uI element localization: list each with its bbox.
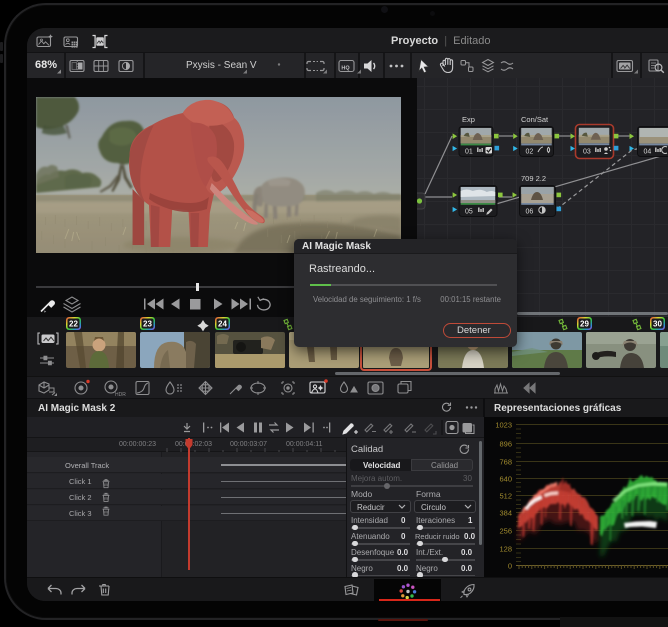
svg-text:06: 06 — [526, 209, 534, 216]
svg-text:Con/Sat: Con/Sat — [521, 115, 549, 124]
svg-text:29: 29 — [580, 320, 589, 329]
svg-text:02: 02 — [526, 149, 534, 156]
svg-text:23: 23 — [143, 320, 152, 329]
svg-text:22: 22 — [69, 320, 78, 329]
svg-text:24: 24 — [218, 320, 227, 329]
svg-text:0: 0 — [508, 562, 512, 571]
svg-text:512: 512 — [499, 492, 512, 501]
svg-text:30: 30 — [653, 320, 662, 329]
svg-text:128: 128 — [499, 545, 512, 554]
svg-text:384: 384 — [499, 509, 512, 518]
svg-text:640: 640 — [499, 475, 512, 484]
svg-text:03: 03 — [583, 149, 591, 156]
svg-text:896: 896 — [499, 440, 512, 449]
svg-text:04: 04 — [644, 149, 652, 156]
svg-text:1023: 1023 — [495, 421, 512, 430]
svg-text:256: 256 — [499, 527, 512, 536]
svg-text:05: 05 — [465, 209, 473, 216]
svg-text:768: 768 — [499, 458, 512, 467]
svg-text:01: 01 — [465, 149, 473, 156]
svg-text:Exp: Exp — [462, 115, 475, 124]
svg-text:709 2.2: 709 2.2 — [521, 174, 546, 183]
svg-text:HQ: HQ — [341, 66, 350, 72]
